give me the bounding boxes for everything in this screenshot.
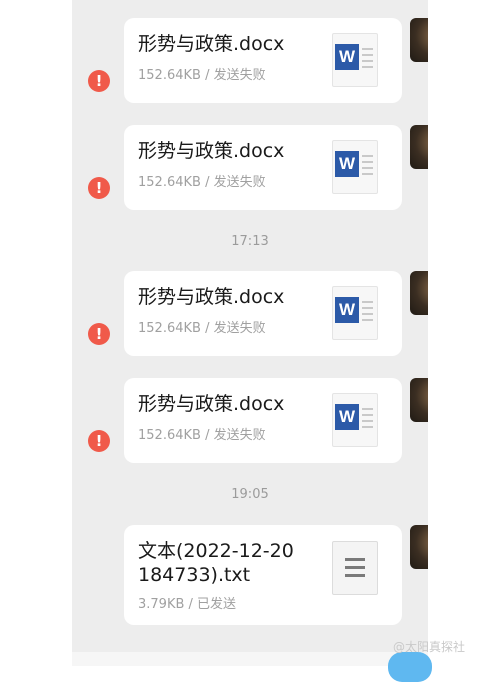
file-meta: 152.64KB / 发送失败 bbox=[138, 175, 266, 190]
send-failed-icon[interactable]: ! bbox=[88, 177, 110, 199]
file-message-bubble[interactable]: 形势与政策.docx 152.64KB / 发送失败 W bbox=[124, 378, 402, 463]
avatar[interactable] bbox=[410, 18, 428, 62]
avatar[interactable] bbox=[410, 125, 428, 169]
input-bar[interactable] bbox=[72, 652, 428, 666]
watermark: @太阳真探社 bbox=[393, 640, 466, 654]
send-failed-icon[interactable]: ! bbox=[88, 430, 110, 452]
file-message-bubble[interactable]: 形势与政策.docx 152.64KB / 发送失败 W bbox=[124, 18, 402, 103]
file-message-bubble[interactable]: 形势与政策.docx 152.64KB / 发送失败 W bbox=[124, 125, 402, 210]
file-meta: 152.64KB / 发送失败 bbox=[138, 428, 266, 443]
send-failed-icon[interactable]: ! bbox=[88, 323, 110, 345]
file-message-bubble[interactable]: 文本(2022-12-20 184733).txt 3.79KB / 已发送 bbox=[124, 525, 402, 625]
word-doc-icon: W bbox=[332, 140, 378, 194]
avatar[interactable] bbox=[410, 378, 428, 422]
chat-area: ! 形势与政策.docx 152.64KB / 发送失败 W ! 形势与政策.d… bbox=[72, 0, 428, 666]
file-name: 文本(2022-12-20 184733).txt bbox=[138, 540, 294, 586]
word-doc-icon: W bbox=[332, 393, 378, 447]
word-doc-icon: W bbox=[332, 286, 378, 340]
text-file-icon bbox=[332, 541, 378, 595]
file-message-bubble[interactable]: 形势与政策.docx 152.64KB / 发送失败 W bbox=[124, 271, 402, 356]
file-meta: 152.64KB / 发送失败 bbox=[138, 68, 266, 83]
file-meta: 152.64KB / 发送失败 bbox=[138, 321, 266, 336]
word-doc-icon: W bbox=[332, 33, 378, 87]
file-meta: 3.79KB / 已发送 bbox=[138, 597, 237, 612]
timestamp: 17:13 bbox=[231, 234, 269, 249]
send-button[interactable] bbox=[388, 652, 432, 682]
file-name: 形势与政策.docx bbox=[138, 393, 285, 415]
file-name: 形势与政策.docx bbox=[138, 140, 285, 162]
timestamp: 19:05 bbox=[231, 487, 269, 502]
avatar[interactable] bbox=[410, 271, 428, 315]
file-name: 形势与政策.docx bbox=[138, 286, 285, 308]
send-failed-icon[interactable]: ! bbox=[88, 70, 110, 92]
avatar[interactable] bbox=[410, 525, 428, 569]
file-name: 形势与政策.docx bbox=[138, 33, 285, 55]
